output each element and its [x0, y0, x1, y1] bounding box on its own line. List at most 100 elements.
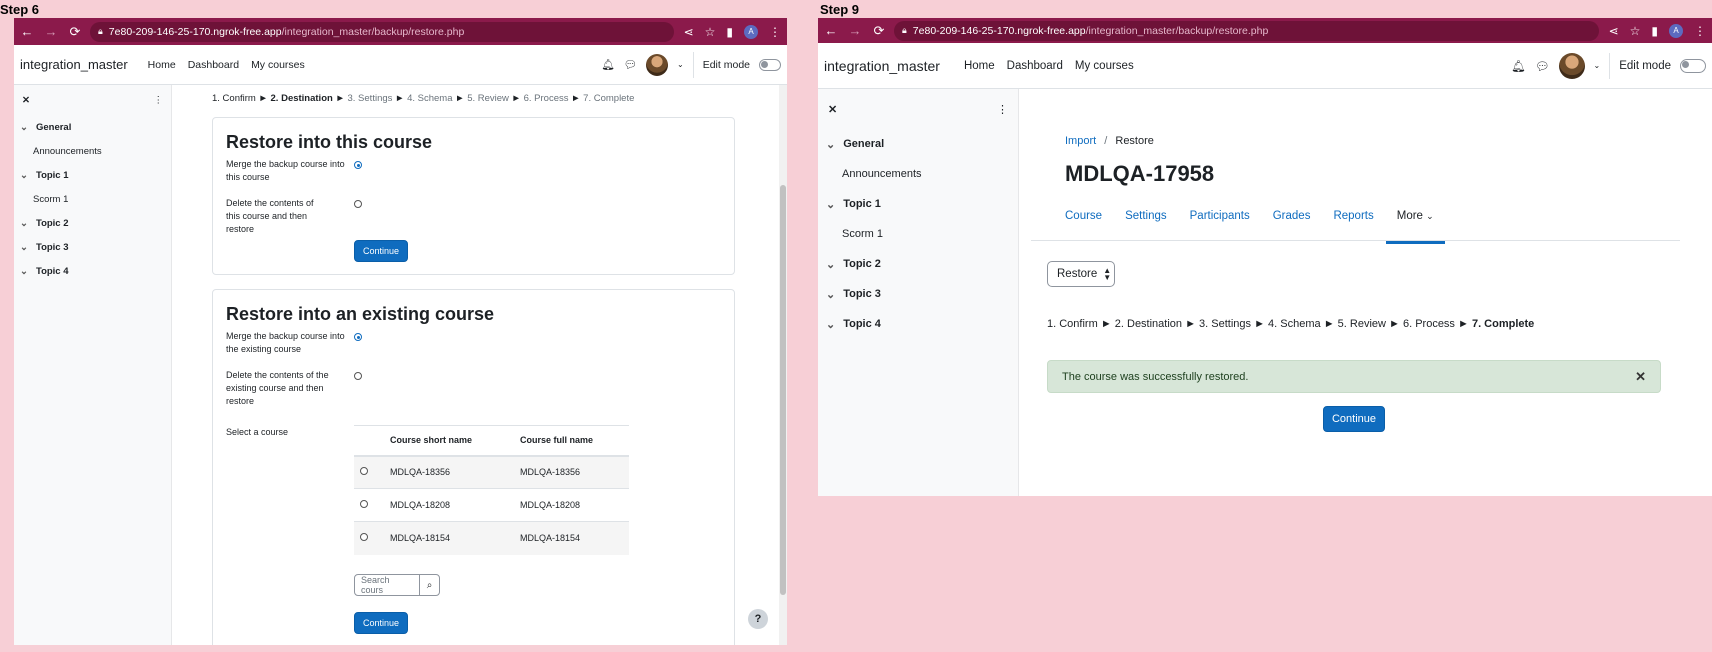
star-icon[interactable]: ☆: [705, 25, 716, 39]
row-radio[interactable]: [360, 533, 368, 542]
scrollbar[interactable]: [779, 85, 787, 645]
close-icon[interactable]: ✕: [828, 103, 837, 116]
section-topic-3[interactable]: ⌄ Topic 3: [20, 235, 165, 259]
course-table: Course short name Course full name MDLQA…: [354, 425, 629, 555]
section-topic-2[interactable]: ⌄ Topic 2: [20, 211, 165, 235]
course-search-input[interactable]: Search cours: [355, 575, 419, 595]
chevron-down-icon[interactable]: ⌄: [20, 170, 28, 181]
tab-grades[interactable]: Grades: [1273, 210, 1311, 222]
table-row[interactable]: MDLQA-18356 MDLQA-18356: [354, 455, 629, 489]
activity-scorm-1[interactable]: Scorm 1: [20, 187, 165, 211]
forward-icon[interactable]: →: [848, 23, 862, 39]
address-bar[interactable]: 🔒︎ 7e80-209-146-25-170.ngrok-free.app/in…: [90, 21, 674, 42]
row-radio[interactable]: [360, 467, 368, 476]
chevron-down-icon[interactable]: ⌄: [20, 218, 28, 229]
tab-reports[interactable]: Reports: [1333, 210, 1373, 222]
breadcrumb-import-link[interactable]: Import: [1065, 135, 1096, 147]
delete-radio[interactable]: [354, 200, 362, 208]
profile-avatar[interactable]: A: [744, 24, 758, 39]
chevron-down-icon[interactable]: ⌄: [20, 266, 28, 277]
section-topic-2[interactable]: ⌄ Topic 2: [826, 249, 1010, 279]
back-icon[interactable]: ←: [20, 24, 34, 40]
share-icon[interactable]: ⋖: [684, 25, 694, 39]
sort-arrows-icon: ▲ ▼: [1103, 266, 1112, 282]
table-cell: MDLQA-18154: [384, 521, 514, 555]
scrollbar-thumb[interactable]: [780, 185, 786, 595]
nav-home[interactable]: Home: [148, 59, 176, 71]
reload-icon[interactable]: ⟳: [68, 24, 82, 40]
user-avatar[interactable]: [1558, 52, 1585, 79]
search-button[interactable]: ⌕: [419, 575, 439, 595]
delete-existing-radio[interactable]: [354, 372, 362, 380]
back-icon[interactable]: ←: [824, 23, 838, 39]
merge-existing-radio[interactable]: [354, 333, 362, 341]
chevron-down-icon[interactable]: ⌄: [826, 138, 835, 151]
sidepanel-icon[interactable]: ▮: [1651, 24, 1658, 38]
nav-my-courses[interactable]: My courses: [251, 59, 305, 71]
chevron-down-icon[interactable]: ⌄: [1594, 61, 1601, 70]
section-topic-4[interactable]: ⌄ Topic 4: [826, 309, 1010, 339]
help-button[interactable]: ?: [748, 609, 768, 629]
tab-participants[interactable]: Participants: [1190, 210, 1250, 222]
chevron-down-icon[interactable]: ⌄: [826, 288, 835, 301]
activity-announcements[interactable]: Announcements: [20, 139, 165, 163]
section-general[interactable]: ⌄ General: [20, 115, 165, 139]
activity-scorm-1[interactable]: Scorm 1: [826, 219, 1010, 249]
tab-course[interactable]: Course: [1065, 210, 1102, 222]
nav-dashboard[interactable]: Dashboard: [188, 59, 239, 71]
edit-mode-toggle[interactable]: [759, 58, 781, 71]
course-index-drawer: ✕ ⋮ ⌄ General Announcements ⌄ Topic 1 Scor…: [818, 89, 1019, 496]
continue-button[interactable]: Continue: [354, 240, 408, 262]
close-icon[interactable]: ✕: [1635, 369, 1646, 385]
row-radio[interactable]: [360, 500, 368, 508]
kebab-menu-icon[interactable]: ⋮: [769, 25, 781, 39]
nav-home[interactable]: Home: [964, 60, 995, 72]
tab-settings[interactable]: Settings: [1125, 210, 1167, 222]
restore-select[interactable]: Restore ▲ ▼: [1047, 261, 1115, 287]
section-topic-3[interactable]: ⌄ Topic 3: [826, 279, 1010, 309]
address-bar[interactable]: 🔒︎ 7e80-209-146-25-170.ngrok-free.app/in…: [894, 20, 1599, 41]
bell-icon[interactable]: 🔔︎: [1511, 59, 1526, 73]
section-general[interactable]: ⌄ General: [826, 129, 1010, 159]
close-icon[interactable]: ✕: [22, 95, 30, 106]
chevron-down-icon[interactable]: ⌄: [20, 242, 28, 253]
chat-icon[interactable]: 💬︎: [624, 58, 637, 71]
nav-dashboard[interactable]: Dashboard: [1007, 60, 1063, 72]
nav-my-courses[interactable]: My courses: [1075, 60, 1134, 72]
section-label: General: [843, 138, 885, 150]
star-icon[interactable]: ☆: [1630, 24, 1641, 38]
reload-icon[interactable]: ⟳: [872, 23, 886, 39]
kebab-menu-icon[interactable]: ⋮: [997, 103, 1008, 116]
continue-button[interactable]: Continue: [354, 612, 408, 634]
forward-icon[interactable]: →: [44, 24, 58, 40]
profile-avatar[interactable]: A: [1669, 23, 1683, 38]
chevron-down-icon[interactable]: ⌄: [826, 258, 835, 271]
chat-icon[interactable]: 💬︎: [1535, 59, 1550, 73]
section-topic-1[interactable]: ⌄ Topic 1: [826, 189, 1010, 219]
continue-button[interactable]: Continue: [1323, 406, 1385, 432]
kebab-menu-icon[interactable]: ⋮: [1694, 24, 1706, 38]
merge-radio[interactable]: [354, 161, 362, 169]
chevron-down-icon[interactable]: ⌄: [20, 122, 28, 133]
stage-confirm: 1. Confirm: [212, 93, 256, 104]
share-icon[interactable]: ⋖: [1609, 24, 1619, 38]
table-row[interactable]: MDLQA-18154 MDLQA-18154: [354, 521, 629, 555]
restore-existing-course-card: Restore into an existing course Merge th…: [212, 289, 735, 645]
activity-announcements[interactable]: Announcements: [826, 159, 1010, 189]
table-row[interactable]: MDLQA-18208 MDLQA-18208: [354, 488, 629, 522]
breadcrumb-current: Restore: [1115, 135, 1154, 147]
user-avatar[interactable]: [646, 53, 669, 76]
bell-icon[interactable]: 🔔︎: [601, 58, 614, 71]
kebab-menu-icon[interactable]: ⋮: [154, 95, 164, 106]
edit-mode-toggle[interactable]: [1680, 58, 1706, 73]
site-name[interactable]: integration_master: [20, 57, 128, 72]
stage-review: 5. Review: [467, 93, 509, 104]
site-name[interactable]: integration_master: [824, 58, 940, 74]
chevron-down-icon[interactable]: ⌄: [826, 198, 835, 211]
chevron-down-icon[interactable]: ⌄: [677, 60, 684, 69]
section-topic-4[interactable]: ⌄ Topic 4: [20, 259, 165, 283]
tab-more[interactable]: More ⌄: [1385, 210, 1445, 244]
chevron-down-icon[interactable]: ⌄: [826, 318, 835, 331]
section-topic-1[interactable]: ⌄ Topic 1: [20, 163, 165, 187]
sidepanel-icon[interactable]: ▮: [726, 25, 733, 39]
